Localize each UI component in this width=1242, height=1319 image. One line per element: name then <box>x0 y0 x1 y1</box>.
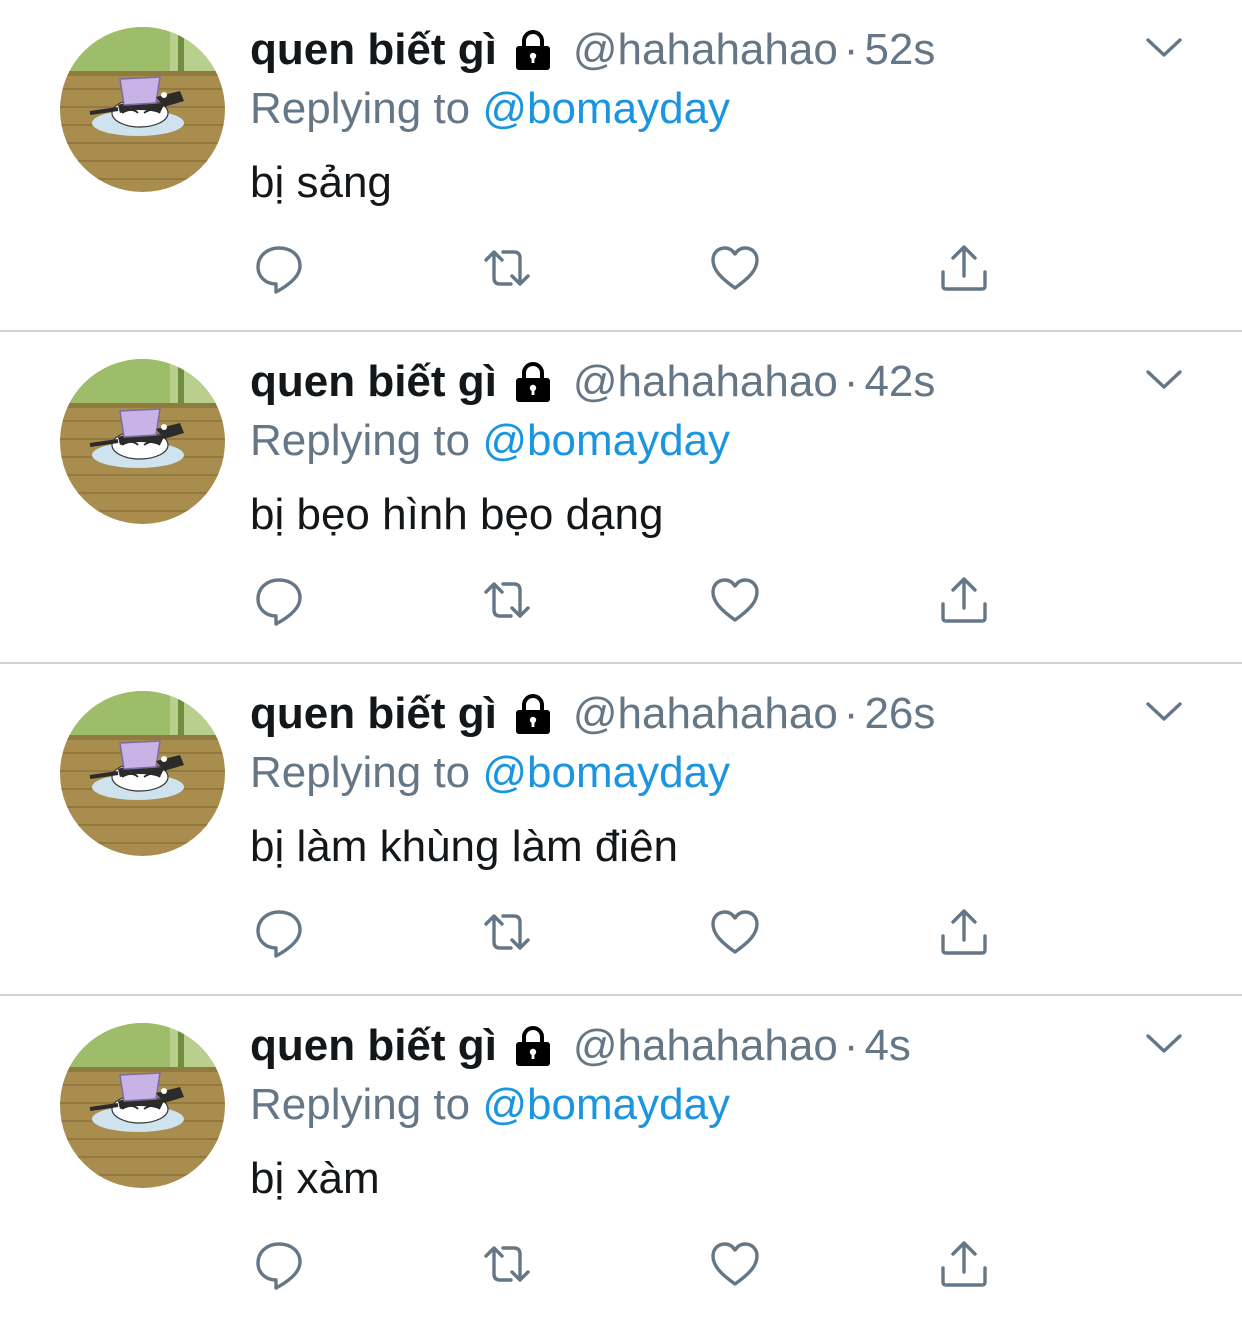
separator-dot: · <box>843 689 859 738</box>
tweet-header: quen biết gì @hahahahao · 52s <box>250 22 935 78</box>
reply-prefix: Replying to <box>250 416 471 465</box>
chevron-down-icon[interactable] <box>1144 30 1184 66</box>
separator-dot: · <box>843 1021 859 1070</box>
timestamp[interactable]: 4s <box>864 1021 910 1071</box>
reply-context: Replying to @bomayday <box>250 748 730 798</box>
reply-button[interactable] <box>249 238 309 298</box>
tweet[interactable]: quen biết gì @hahahahao · 42s Replying t… <box>0 332 1242 664</box>
like-button[interactable] <box>705 238 765 298</box>
reply-icon <box>253 574 305 626</box>
share-icon <box>938 574 990 626</box>
tweet-actions <box>0 238 1242 298</box>
separator-dot: · <box>843 357 859 406</box>
display-name[interactable]: quen biết gì <box>250 1021 497 1071</box>
tweet-header: quen biết gì @hahahahao · 4s <box>250 1018 911 1074</box>
retweet-icon <box>481 1238 533 1290</box>
avatar[interactable] <box>60 27 225 192</box>
reply-to-handle[interactable]: @bomayday <box>482 748 730 797</box>
avatar[interactable] <box>60 359 225 524</box>
reply-prefix: Replying to <box>250 1080 471 1129</box>
like-button[interactable] <box>705 570 765 630</box>
share-icon <box>938 1238 990 1290</box>
separator-dot: · <box>843 25 859 74</box>
reply-context: Replying to @bomayday <box>250 84 730 134</box>
share-button[interactable] <box>934 570 994 630</box>
share-icon <box>938 242 990 294</box>
heart-icon <box>709 1238 761 1290</box>
retweet-button[interactable] <box>477 902 537 962</box>
display-name[interactable]: quen biết gì <box>250 357 497 407</box>
tweet[interactable]: quen biết gì @hahahahao · 52s Replying t… <box>0 0 1242 332</box>
retweet-icon <box>481 906 533 958</box>
retweet-button[interactable] <box>477 238 537 298</box>
reply-button[interactable] <box>249 1234 309 1294</box>
heart-icon <box>709 242 761 294</box>
display-name[interactable]: quen biết gì <box>250 25 497 75</box>
reply-prefix: Replying to <box>250 748 471 797</box>
user-handle[interactable]: @hahahahao <box>573 357 838 407</box>
tweet-actions <box>0 1234 1242 1294</box>
share-icon <box>938 906 990 958</box>
retweet-button[interactable] <box>477 1234 537 1294</box>
lock-icon <box>511 360 555 404</box>
share-button[interactable] <box>934 1234 994 1294</box>
chevron-down-icon[interactable] <box>1144 362 1184 398</box>
timestamp[interactable]: 52s <box>864 25 935 75</box>
reply-to-handle[interactable]: @bomayday <box>482 84 730 133</box>
tweet-text: bị làm khùng làm điên <box>250 822 679 871</box>
heart-icon <box>709 574 761 626</box>
reply-to-handle[interactable]: @bomayday <box>482 416 730 465</box>
timeline: quen biết gì @hahahahao · 52s Replying t… <box>0 0 1242 1319</box>
like-button[interactable] <box>705 902 765 962</box>
tweet-actions <box>0 902 1242 962</box>
tweet-actions <box>0 570 1242 630</box>
lock-icon <box>511 28 555 72</box>
reply-icon <box>253 242 305 294</box>
user-handle[interactable]: @hahahahao <box>573 25 838 75</box>
chevron-down-icon[interactable] <box>1144 694 1184 730</box>
tweet-text: bị xàm <box>250 1154 380 1203</box>
lock-icon <box>511 692 555 736</box>
reply-button[interactable] <box>249 570 309 630</box>
lock-icon <box>511 1024 555 1068</box>
heart-icon <box>709 906 761 958</box>
reply-icon <box>253 1238 305 1290</box>
timestamp[interactable]: 26s <box>864 689 935 739</box>
retweet-icon <box>481 242 533 294</box>
reply-button[interactable] <box>249 902 309 962</box>
like-button[interactable] <box>705 1234 765 1294</box>
share-button[interactable] <box>934 238 994 298</box>
reply-context: Replying to @bomayday <box>250 416 730 466</box>
reply-context: Replying to @bomayday <box>250 1080 730 1130</box>
tweet-text: bị sảng <box>250 158 392 207</box>
reply-icon <box>253 906 305 958</box>
tweet-header: quen biết gì @hahahahao · 26s <box>250 686 935 742</box>
user-handle[interactable]: @hahahahao <box>573 1021 838 1071</box>
retweet-icon <box>481 574 533 626</box>
share-button[interactable] <box>934 902 994 962</box>
avatar[interactable] <box>60 1023 225 1188</box>
chevron-down-icon[interactable] <box>1144 1026 1184 1062</box>
tweet-text: bị bẹo hình bẹo dạng <box>250 490 664 539</box>
display-name[interactable]: quen biết gì <box>250 689 497 739</box>
tweet[interactable]: quen biết gì @hahahahao · 26s Replying t… <box>0 664 1242 996</box>
retweet-button[interactable] <box>477 570 537 630</box>
reply-to-handle[interactable]: @bomayday <box>482 1080 730 1129</box>
user-handle[interactable]: @hahahahao <box>573 689 838 739</box>
tweet[interactable]: quen biết gì @hahahahao · 4s Replying to… <box>0 996 1242 1319</box>
timestamp[interactable]: 42s <box>864 357 935 407</box>
avatar[interactable] <box>60 691 225 856</box>
tweet-header: quen biết gì @hahahahao · 42s <box>250 354 935 410</box>
reply-prefix: Replying to <box>250 84 471 133</box>
